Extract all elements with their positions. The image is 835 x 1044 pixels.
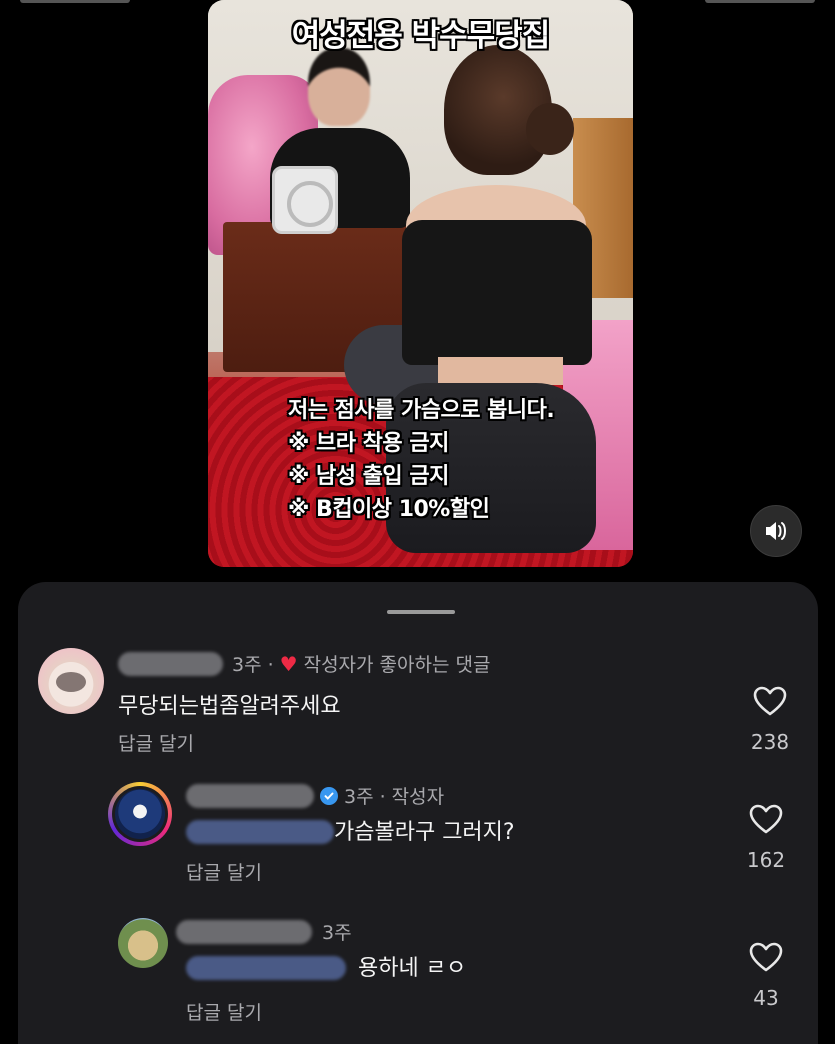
like-group: 238 [740,686,800,754]
caption-line: ※ 남성 출입 금지 [288,464,449,489]
heart-outline-icon[interactable] [749,804,783,834]
video-desk-fan [272,166,338,234]
comment-meta: 3주 [322,918,352,945]
status-indicator-right [705,0,815,3]
comment-time: 3주 · [232,654,274,676]
reply-button[interactable]: 답글 달기 [186,858,262,885]
reply-comment-item: 3주 용하네 ㄹㅇ 답글 달기 43 [18,912,818,1042]
sound-toggle-button[interactable] [750,505,802,557]
like-group: 43 [736,942,796,1010]
caption-line: ※ 브라 착용 금지 [288,431,449,456]
speaker-icon [766,522,786,540]
heart-outline-icon[interactable] [753,686,787,716]
video-title: 여성전용 박수무당집 [291,18,550,54]
reply-button[interactable]: 답글 달기 [186,998,262,1025]
comment-text: 가슴볼라구 그러지? [334,820,515,845]
video-caption: 저는 점사를 가슴으로 봅니다. ※ 브라 착용 금지 ※ 남성 출입 금지 ※… [288,394,555,526]
avatar[interactable] [108,782,172,846]
comment-time: 3주 · 작성자 [344,786,445,808]
redacted-username [186,784,314,808]
verified-badge-icon [320,786,338,805]
caption-line: ※ B컵이상 10%할인 [288,497,490,522]
creator-liked-label: 작성자가 좋아하는 댓글 [303,654,491,676]
redacted-mention [186,956,346,980]
like-count: 43 [753,986,779,1010]
comment-text: 무당되는법좀알려주세요 [118,694,341,719]
caption-line: 저는 점사를 가슴으로 봅니다. [288,398,555,423]
heart-outline-icon[interactable] [749,942,783,972]
redacted-mention [186,820,334,844]
comment-meta: 3주 · ♥ 작성자가 좋아하는 댓글 [232,650,490,677]
heart-filled-icon: ♥ [279,651,298,676]
comment-text: 용하네 ㄹㅇ [358,956,467,981]
status-indicator-left [20,0,130,3]
like-count: 162 [746,848,786,872]
like-count: 238 [750,730,790,754]
comment-time: 3주 [322,922,352,944]
reel-video[interactable]: 여성전용 박수무당집 저는 점사를 가슴으로 봅니다. ※ 브라 착용 금지 ※… [208,0,633,567]
avatar[interactable] [118,918,168,968]
redacted-username [176,920,312,944]
avatar[interactable] [38,648,104,714]
reply-button[interactable]: 답글 달기 [118,729,194,756]
reply-comment-item: 3주 · 작성자 가슴볼라구 그러지? 답글 달기 162 [18,772,818,902]
comment-meta: 3주 · 작성자 [320,782,444,809]
like-group: 162 [736,804,796,872]
comments-sheet: 3주 · ♥ 작성자가 좋아하는 댓글 무당되는법좀알려주세요 답글 달기 23… [18,582,818,1044]
comment-item: 3주 · ♥ 작성자가 좋아하는 댓글 무당되는법좀알려주세요 답글 달기 23… [18,582,818,772]
redacted-username [118,652,223,676]
